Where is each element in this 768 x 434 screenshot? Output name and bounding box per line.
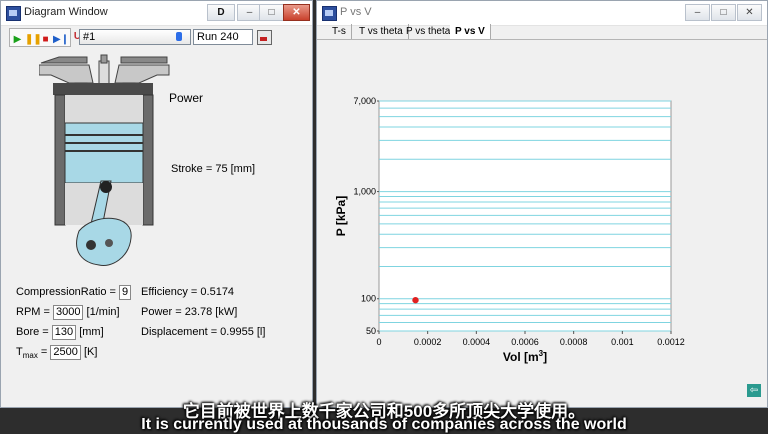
x-axis-label: Vol [m3] [503,349,547,364]
rpm-unit: [1/min] [86,306,120,318]
tmax-equals: = [40,346,48,358]
step-icon[interactable]: ▶❙ [53,33,69,46]
bore-label: Bore = [16,326,49,338]
data-point [412,296,419,304]
compression-ratio-input[interactable]: 9 [119,285,132,300]
rpm-label: RPM = [16,306,50,318]
x-tick-label: 0.0012 [657,337,685,347]
close-button[interactable]: ✕ [283,4,310,21]
maximize-button[interactable]: □ [711,4,736,21]
tab-p-vs-theta[interactable]: P vs theta [401,24,457,39]
run-slider-thumb[interactable] [176,32,182,41]
power-label: Power [169,91,204,105]
bore-row: Bore = 130 [mm] [16,325,104,340]
stroke-label: Stroke = 75 [mm] [171,163,256,175]
pv-window-titlebar[interactable]: P vs V – □ ✕ [317,1,767,26]
print-icon[interactable] [257,30,272,45]
power-value: Power = 23.78 [kW] [141,306,238,318]
diagram-window-titlebar[interactable]: Diagram Window D – □ ✕ [1,1,312,26]
pv-window: P vs V – □ ✕ T-s T vs theta P vs theta P… [316,0,768,408]
tab-t-s[interactable]: T-s [327,24,352,39]
compression-ratio-row: CompressionRatio = 9 [16,285,132,300]
y-tick-label: 7,000 [353,96,376,106]
pv-chart: 50 100 1,000 7,000 0 0.0002 0.0004 0.0006 0.0008… [334,96,685,364]
tmax-subscript: max [22,351,38,361]
y-tick-label: 50 [366,326,376,336]
stop-icon[interactable]: ■ [39,33,52,46]
close-button[interactable]: ✕ [737,4,762,21]
plot-area [378,100,672,332]
engine-diagram [39,54,170,267]
d-button[interactable]: D [207,4,235,21]
rpm-row: RPM = 3000 [1/min] [16,305,120,320]
diagram-window: Diagram Window D – □ ✕ ▶ ❚❚ ■ ▶❙ U #1 Ru… [0,0,313,408]
minimize-button[interactable]: – [685,4,710,21]
tmax-row: Tmax = 2500 [K] [16,345,97,360]
play-icon[interactable]: ▶ [11,33,24,46]
diagram-window-title: Diagram Window [24,6,108,18]
pv-window-title: P vs V [340,6,372,18]
compression-ratio-label: CompressionRatio = [16,286,116,298]
x-tick-label: 0.0004 [463,337,491,347]
x-tick-label: 0.0002 [414,337,442,347]
run-name-field[interactable]: Run 240 [193,29,253,45]
app-icon [6,6,21,21]
bore-unit: [mm] [79,326,104,338]
efficiency-value: Efficiency = 0.5174 [141,286,235,298]
x-tick-label: 0 [376,337,381,347]
bore-input[interactable]: 130 [51,325,77,340]
back-arrow-icon[interactable]: ⇦ [747,384,761,397]
rpm-input[interactable]: 3000 [53,305,84,320]
toolbar: ▶ ❚❚ ■ ▶❙ U #1 Run 240 [7,27,307,47]
tab-strip-divider [317,39,767,40]
x-tick-label: 0.0006 [511,337,539,347]
app-icon [322,6,337,21]
x-tick-label: 0.0008 [560,337,588,347]
play-controls: ▶ ❚❚ ■ ▶❙ [9,28,71,47]
run-number-field[interactable]: #1 [79,29,191,45]
tmax-input[interactable]: 2500 [50,345,81,360]
maximize-button[interactable]: □ [259,4,284,21]
pause-icon[interactable]: ❚❚ [25,33,42,46]
y-tick-label: 1,000 [353,187,376,197]
x-tick-label: 0.001 [611,337,634,347]
tmax-label: T [16,346,23,358]
y-axis-label: P [kPa] [334,196,348,236]
run-number: #1 [83,31,96,43]
displacement-value: Displacement = 0.9955 [l] [141,326,266,338]
tab-p-vs-v[interactable]: P vs V [450,24,491,39]
subtitle-english: It is currently used at thousands of com… [141,416,627,433]
y-tick-label: 100 [361,294,376,304]
tmax-unit: [K] [83,346,98,358]
